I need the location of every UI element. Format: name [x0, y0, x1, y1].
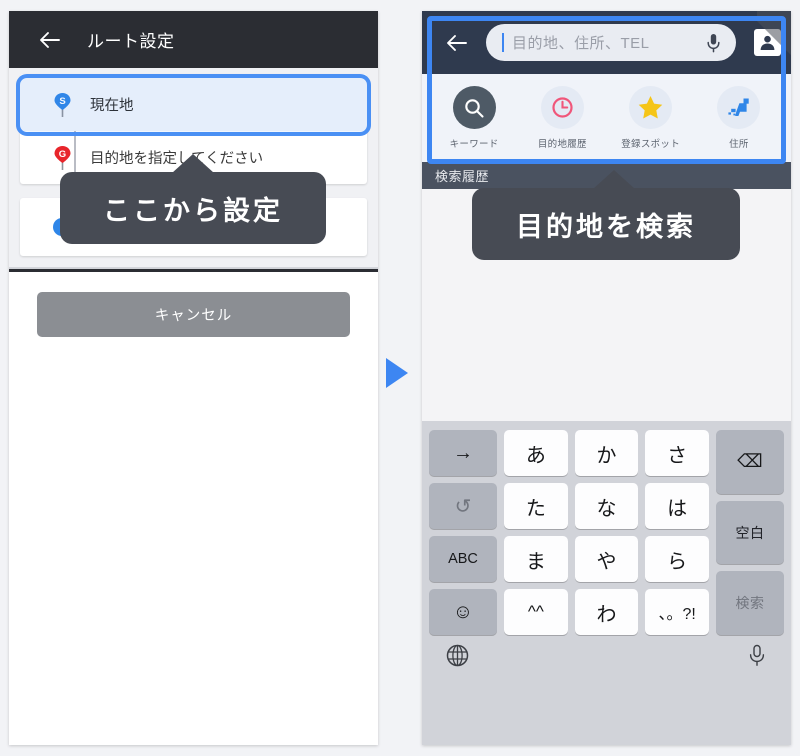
start-pin-icon: S [52, 91, 73, 119]
key-kaomoji[interactable]: ^^ [504, 589, 568, 635]
quick-actions-row: キーワード 目的地履歴 登録スポット 住所 [422, 74, 791, 162]
key-ma[interactable]: ま [504, 536, 568, 582]
key-undo[interactable]: ↺ [429, 483, 497, 529]
search-icon [452, 86, 496, 129]
svg-text:S: S [59, 95, 65, 106]
quick-action-destination-history[interactable]: 目的地履歴 [523, 86, 601, 150]
quick-action-address[interactable]: 住所 [700, 86, 778, 150]
key-search-enter[interactable]: 検索 [716, 571, 784, 636]
left-panel-route-setting: ルート設定 S 現在地 G 目的地を指定してください キャンセル [9, 11, 378, 745]
keyboard-character-columns: あ か さ た な は ま や ら ^^ わ 、。?! [504, 430, 710, 635]
japan-map-icon [717, 86, 761, 129]
route-origin-label: 現在地 [90, 98, 134, 114]
key-ka[interactable]: か [574, 430, 639, 476]
quick-action-label: キーワード [449, 139, 499, 150]
search-header: 目的地、住所、TEL [422, 11, 791, 74]
route-origin-row[interactable]: S 現在地 [20, 78, 367, 131]
back-arrow-icon[interactable] [446, 32, 468, 54]
goal-pin-icon: G [52, 144, 73, 172]
microphone-icon[interactable] [705, 32, 722, 54]
key-ha[interactable]: は [645, 483, 710, 529]
keyboard-row: ま や ら [504, 536, 710, 582]
keyboard-row: ^^ わ 、。?! [504, 589, 710, 635]
key-cursor-right[interactable]: → [429, 430, 497, 476]
callout-tail [172, 154, 214, 173]
key-ya[interactable]: や [574, 536, 639, 582]
key-backspace[interactable]: ⌫ [716, 430, 784, 494]
play-triangle-icon [386, 358, 408, 388]
profile-icon[interactable] [754, 29, 781, 56]
callout-right-text: 目的地を検索 [516, 211, 696, 242]
back-arrow-icon[interactable] [39, 29, 61, 51]
quick-action-saved-spots[interactable]: 登録スポット [612, 86, 690, 150]
microphone-icon[interactable] [746, 643, 768, 673]
search-placeholder: 目的地、住所、TEL [512, 35, 650, 52]
globe-icon[interactable] [445, 643, 470, 673]
key-ta[interactable]: た [504, 483, 568, 529]
quick-action-label: 目的地履歴 [537, 139, 587, 150]
key-space[interactable]: 空白 [716, 500, 784, 565]
callout-right: 目的地を検索 [472, 170, 740, 260]
callout-tail [593, 170, 636, 189]
callout-left-text: ここから設定 [103, 195, 283, 226]
cancel-button[interactable]: キャンセル [37, 292, 350, 337]
keyboard-row: た な は [504, 483, 710, 529]
page-title: ルート設定 [87, 32, 175, 51]
key-wa[interactable]: わ [574, 589, 639, 635]
keyboard-bottom-row [429, 635, 784, 673]
svg-text:G: G [59, 148, 66, 159]
right-panel-search: 目的地、住所、TEL キーワード 目的地履歴 登録スポット 住所 検索履歴 → … [422, 11, 791, 745]
search-input[interactable]: 目的地、住所、TEL [486, 24, 736, 61]
keyboard-grid: → ↺ ABC ☺ あ か さ た な は ま や ら ^^ わ 、。?! ⌫ … [429, 430, 784, 636]
keyboard-left-column: → ↺ ABC ☺ [429, 430, 497, 635]
clock-icon [540, 86, 584, 129]
left-panel-header: ルート設定 [9, 11, 378, 68]
key-emoji[interactable]: ☺ [429, 589, 497, 635]
quick-action-label: 登録スポット [621, 139, 681, 150]
left-panel-footer: キャンセル [9, 272, 378, 337]
key-sa[interactable]: さ [645, 430, 710, 476]
keyboard-right-column: ⌫ 空白 検索 [716, 430, 784, 636]
key-punctuation[interactable]: 、。?! [645, 589, 710, 635]
callout-left: ここから設定 [60, 154, 326, 244]
japanese-keyboard: → ↺ ABC ☺ あ か さ た な は ま や ら ^^ わ 、。?! ⌫ … [422, 421, 791, 745]
section-divider [9, 267, 378, 272]
screenshot-stage: ルート設定 S 現在地 G 目的地を指定してください キャンセル 目的地、住所、… [0, 0, 800, 756]
keyboard-row: あ か さ [504, 430, 710, 476]
star-icon [629, 86, 673, 129]
text-caret [502, 33, 504, 52]
quick-action-keyword[interactable]: キーワード [435, 86, 513, 150]
quick-action-label: 住所 [729, 139, 749, 150]
key-ra[interactable]: ら [645, 536, 710, 582]
key-na[interactable]: な [574, 483, 639, 529]
key-abc[interactable]: ABC [429, 536, 497, 582]
key-a[interactable]: あ [504, 430, 568, 476]
